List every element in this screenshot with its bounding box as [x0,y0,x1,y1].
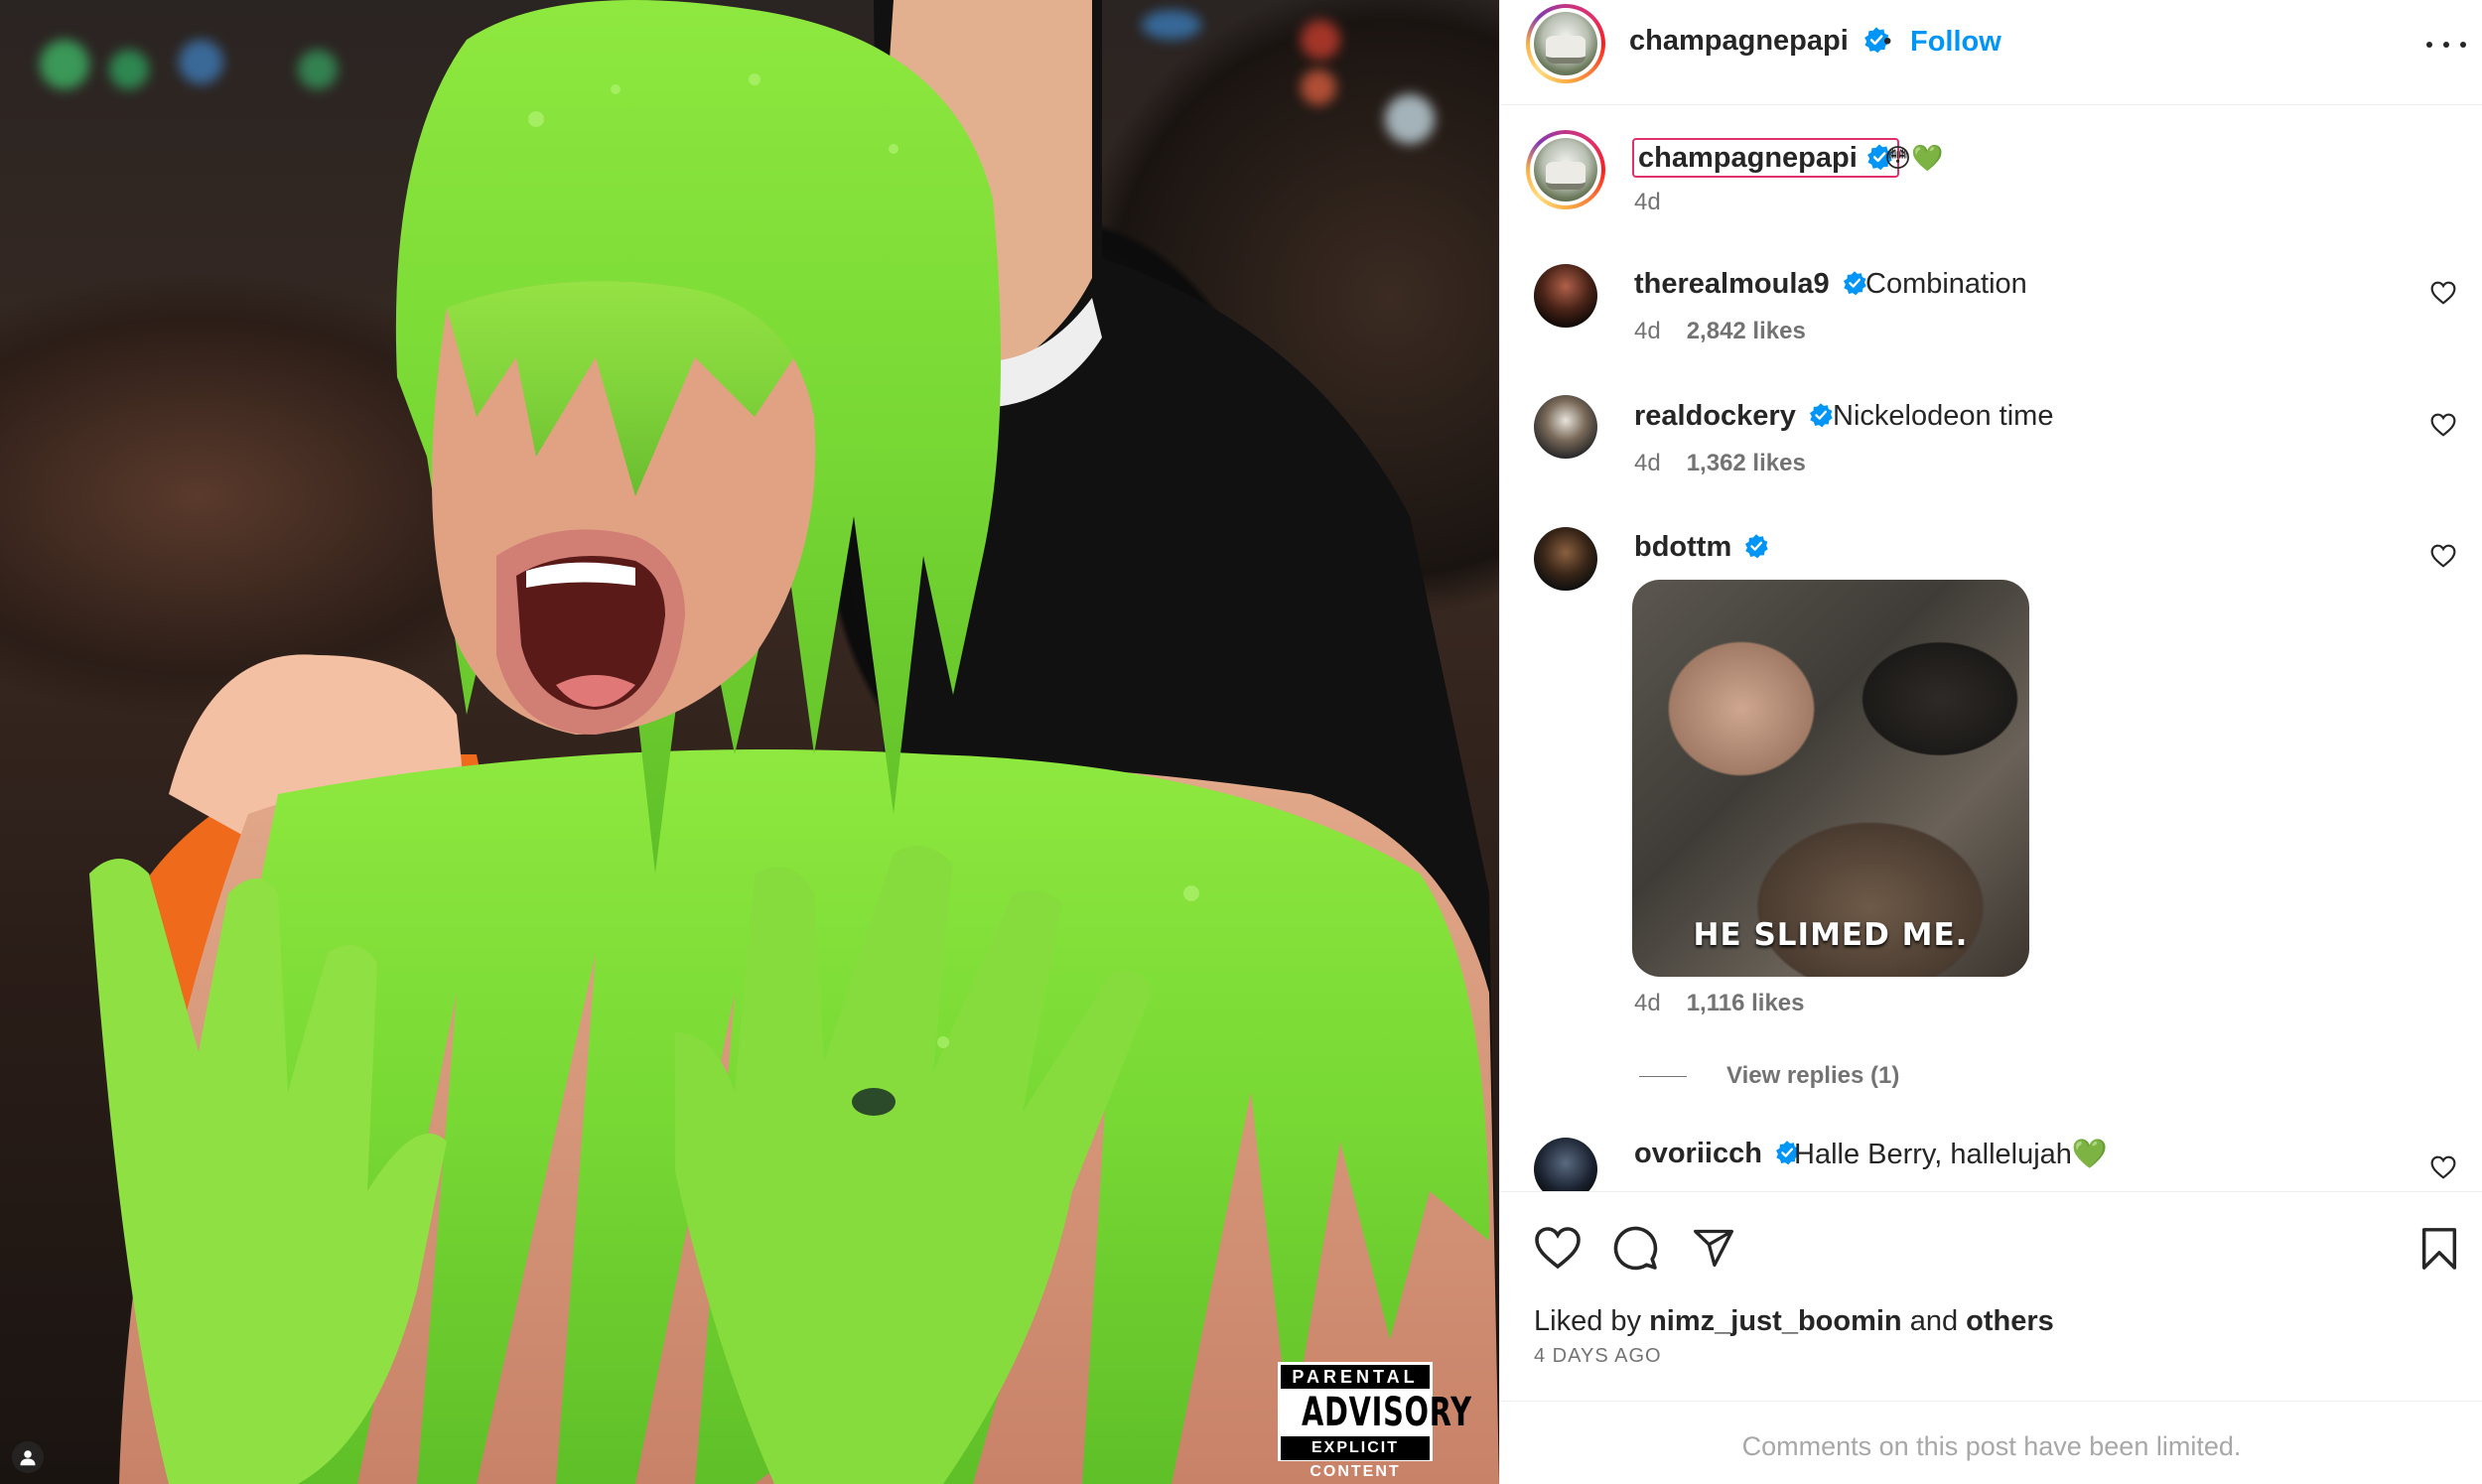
follow-button[interactable]: Follow [1910,26,2001,59]
comment-avatar[interactable] [1534,1138,1597,1191]
comment-time: 4d [1634,990,1661,1016]
comment-avatar[interactable] [1534,264,1597,328]
comment-username[interactable]: realdockery [1634,400,1834,433]
post-side-panel: champagnepapi • Follow champagnepapi 😳💚 … [1499,0,2482,1484]
header-username-text: champagnepapi [1629,25,1849,57]
heart-icon[interactable] [2430,1155,2456,1179]
liked-by-text: Liked by nimz_just_boomin and others [1534,1305,2054,1338]
comment-avatar[interactable] [1534,527,1597,591]
comment-likes[interactable]: 1,362 likes [1687,450,1806,476]
liked-mid: and [1901,1305,1967,1337]
comment-username-text: ovoriicch [1634,1138,1762,1169]
post-header: champagnepapi • Follow [1500,0,2482,105]
comment-text: Combination [1865,268,2027,300]
verified-icon [1745,534,1769,559]
caption-avatar[interactable] [1526,130,1605,209]
comment-likes[interactable]: 1,116 likes [1687,990,1805,1016]
more-options-button[interactable] [2426,30,2466,60]
heart-icon[interactable] [2430,544,2456,568]
more-icon-dot [2443,42,2449,48]
caption-time: 4d [1634,189,1661,215]
caption-emojis: 😳💚 [1884,143,1944,173]
like-button[interactable] [1534,1226,1582,1270]
caption-username[interactable]: champagnepapi [1632,138,1899,178]
liked-prefix: Liked by [1534,1305,1650,1337]
share-button[interactable] [1691,1226,1736,1270]
post-footer: Liked by nimz_just_boomin and others 4 D… [1500,1191,2482,1484]
liked-user-link[interactable]: nimz_just_boomin [1649,1305,1902,1337]
comment-username[interactable]: bdottm [1634,531,1769,564]
gif-caption: HE SLIMED ME. [1693,917,1969,953]
comments-list[interactable]: champagnepapi 😳💚 4d therealmoula9 Combin… [1500,105,2482,1191]
advisory-top: PARENTAL [1281,1365,1430,1389]
comments-limited-notice: Comments on this post have been limited. [1741,1431,2242,1461]
comment-icon [1613,1226,1658,1271]
verified-icon [1843,271,1866,296]
comment-username[interactable]: therealmoula9 [1634,268,1867,301]
post-image[interactable]: PARENTAL ADVISORY EXPLICIT CONTENT [0,0,1499,1484]
more-icon-dot [2460,42,2466,48]
comment-username-text: bdottm [1634,531,1732,563]
parental-advisory-label: PARENTAL ADVISORY EXPLICIT CONTENT [1278,1362,1472,1480]
user-tag-button[interactable] [12,1441,44,1473]
view-replies-button[interactable]: View replies (1) [1639,1062,1899,1090]
caption-username-text: champagnepapi [1638,142,1858,174]
avatar-image [1534,12,1597,75]
comment-time: 4d [1634,450,1661,476]
advisory-bottom: EXPLICIT CONTENT [1281,1436,1430,1480]
comment-meta: 4d 2,842 likes [1634,318,1806,345]
post-date[interactable]: 4 DAYS AGO [1534,1345,1662,1368]
avatar-image [1534,138,1597,202]
more-icon [2426,42,2432,48]
comment-meta: 4d 1,116 likes [1634,990,1804,1017]
replies-line [1639,1075,1687,1077]
comment-username[interactable]: ovoriicch [1634,1138,1800,1170]
advisory-middle: ADVISORY [1302,1390,1472,1435]
comment-username-text: therealmoula9 [1634,268,1830,300]
comment-gif[interactable]: HE SLIMED ME. [1632,580,2029,977]
comment-text: Halle Berry, hallelujah💚 [1794,1139,2109,1170]
heart-icon[interactable] [2430,281,2456,305]
comment-time: 4d [1634,318,1661,344]
header-avatar[interactable] [1526,4,1605,83]
header-separator: • [1883,28,1892,55]
verified-icon [1809,403,1833,428]
user-tag-icon [20,1450,36,1466]
comment-meta: 4d 1,362 likes [1634,450,1806,477]
save-button[interactable] [2419,1226,2459,1272]
view-replies-label: View replies (1) [1726,1062,1900,1089]
comment-button[interactable] [1611,1224,1659,1272]
comment-username-text: realdockery [1634,400,1796,432]
comment-limited-area: Comments on this post have been limited. [1500,1401,2482,1484]
liked-others-link[interactable]: others [1966,1305,2054,1337]
photo-illustration [89,0,1499,1484]
comment-avatar[interactable] [1534,395,1597,459]
share-icon [1694,1229,1733,1268]
comment-likes[interactable]: 2,842 likes [1687,318,1806,344]
header-username[interactable]: champagnepapi [1629,25,1890,58]
comment-text: Nickelodeon time [1833,400,2054,432]
heart-icon [1535,1227,1581,1270]
heart-icon[interactable] [2430,413,2456,437]
bookmark-icon [2421,1228,2457,1270]
